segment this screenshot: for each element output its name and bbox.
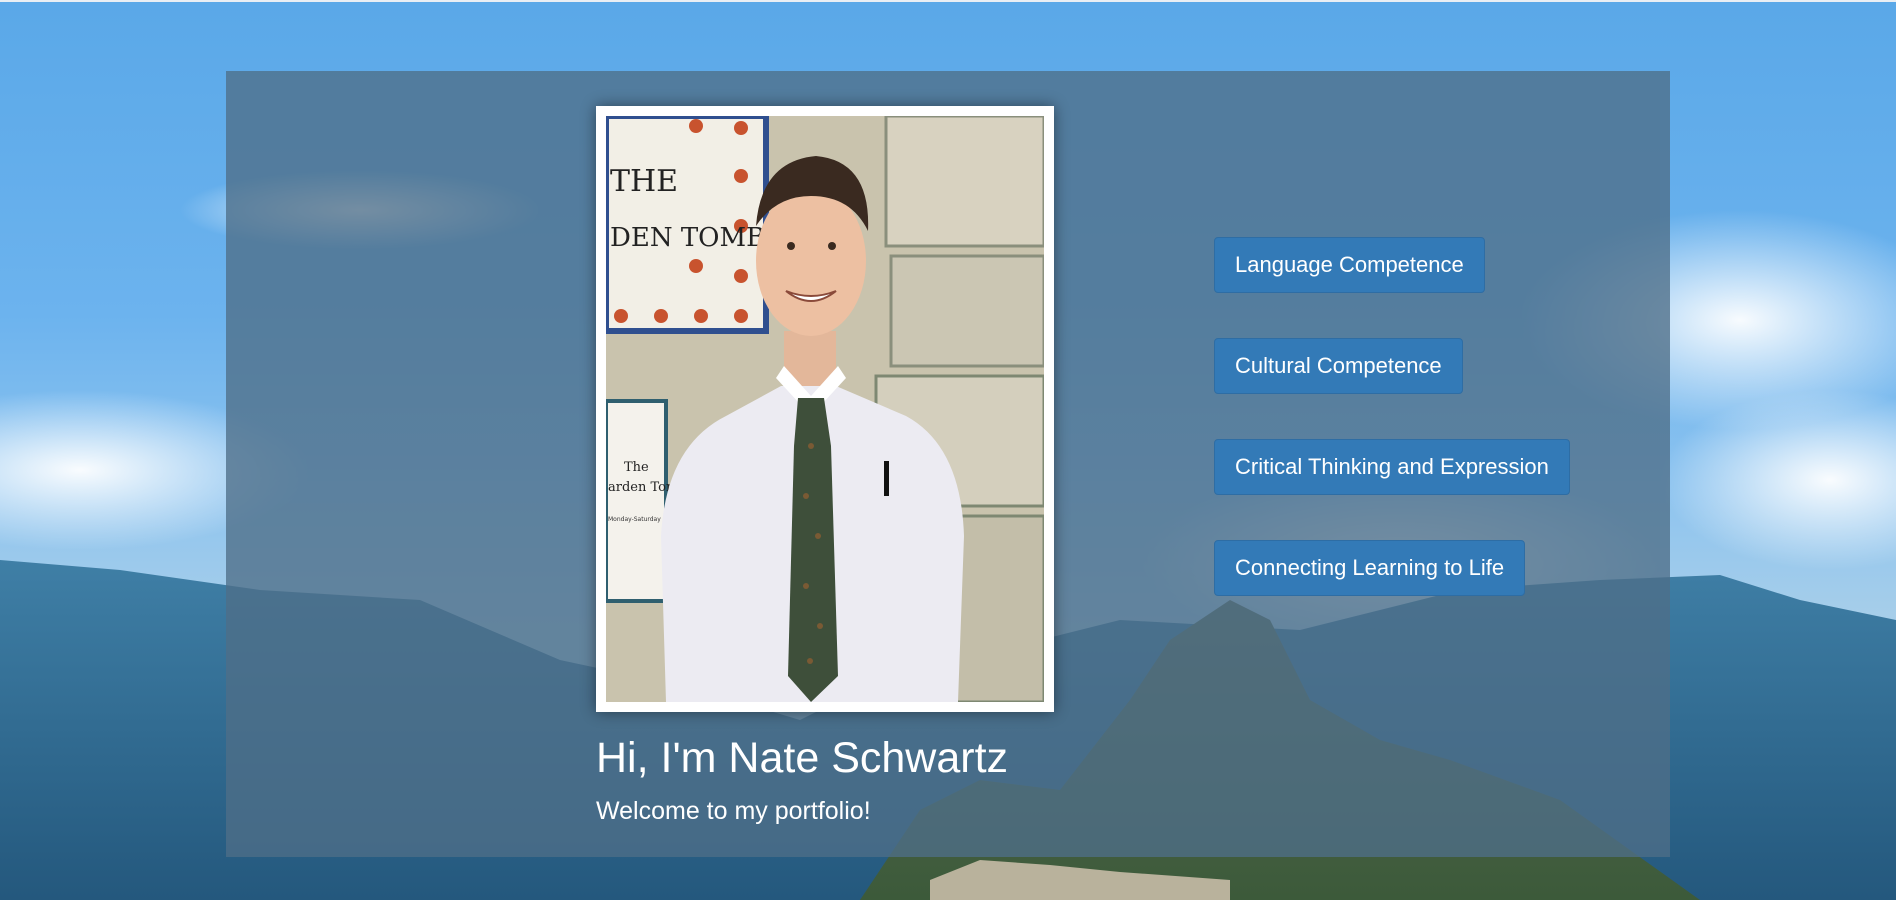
profile-photo: THE DEN TOMB The arden Tom Monday-Saturd… — [606, 116, 1044, 702]
portrait-illustration: THE DEN TOMB The arden Tom Monday-Saturd… — [606, 116, 1044, 702]
critical-thinking-button[interactable]: Critical Thinking and Expression — [1214, 439, 1570, 495]
sign-text: THE — [610, 164, 678, 199]
connecting-learning-button[interactable]: Connecting Learning to Life — [1214, 540, 1526, 596]
plaque-text: Monday-Saturday — [608, 516, 661, 523]
profile-photo-frame: THE DEN TOMB The arden Tom Monday-Saturd… — [596, 106, 1054, 712]
page-title: Hi, I'm Nate Schwartz — [596, 734, 1009, 782]
language-competence-button[interactable]: Language Competence — [1214, 237, 1485, 293]
plaque-text: The — [624, 460, 649, 475]
page-subtitle: Welcome to my portfolio! — [596, 797, 871, 825]
sign-text: DEN TOMB — [610, 223, 765, 253]
cultural-competence-button[interactable]: Cultural Competence — [1214, 338, 1463, 394]
